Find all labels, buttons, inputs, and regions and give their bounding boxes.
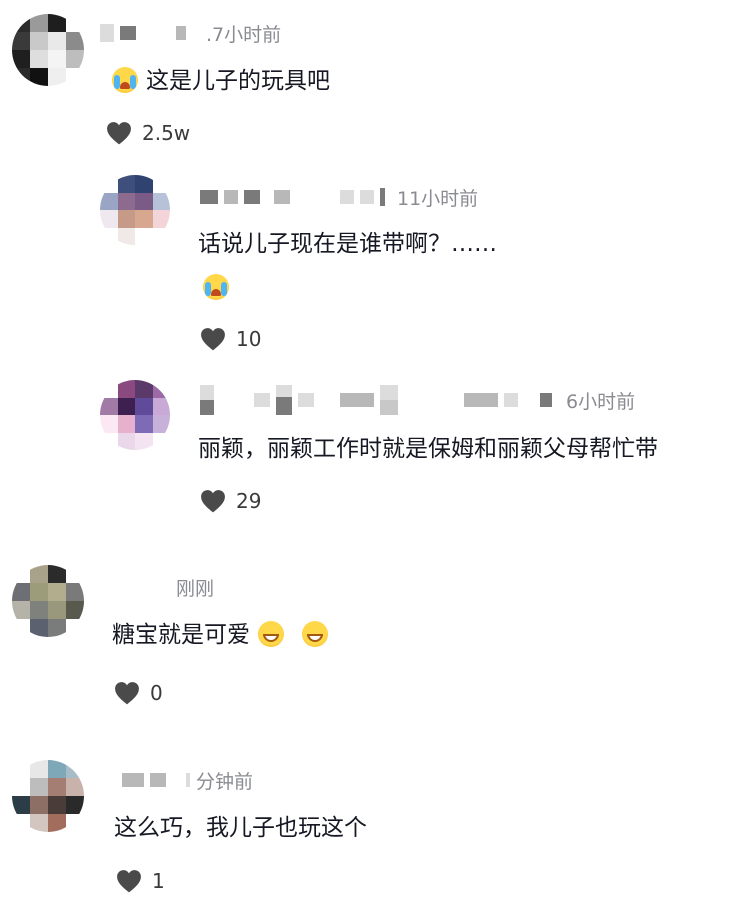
blurred-username[interactable] xyxy=(340,190,354,204)
blurred-username[interactable] xyxy=(340,393,374,407)
blurred-username[interactable] xyxy=(276,385,292,415)
like-count: 1 xyxy=(152,869,165,893)
blurred-username[interactable] xyxy=(100,24,114,42)
grinning-emoji-icon xyxy=(258,621,284,647)
comment-time: 6小时前 xyxy=(566,390,636,413)
crying-emoji-icon xyxy=(203,274,229,300)
comment-text-content: 这是儿子的玩具吧 xyxy=(146,68,330,94)
comment-header: 刚刚 xyxy=(172,572,214,602)
heart-icon[interactable] xyxy=(114,681,140,705)
like-count: 0 xyxy=(150,681,163,705)
heart-icon[interactable] xyxy=(200,327,226,351)
comment-header: 6小时前 xyxy=(200,385,635,415)
laughing-crying-emoji-icon xyxy=(112,67,138,93)
comment-text[interactable]: 话说儿子现在是谁带啊？…… xyxy=(198,228,497,260)
blurred-username[interactable] xyxy=(464,393,498,407)
like-row: 10 xyxy=(200,324,261,354)
comment-text[interactable]: 丽颖，丽颖工作时就是保姆和丽颖父母帮忙带 xyxy=(198,433,658,465)
like-row: 1 xyxy=(116,866,165,896)
heart-icon[interactable] xyxy=(200,489,226,513)
avatar[interactable] xyxy=(12,565,84,637)
blurred-username[interactable] xyxy=(254,393,270,407)
blurred-username[interactable] xyxy=(274,190,290,204)
blurred-username[interactable] xyxy=(224,190,238,204)
comment-time: 分钟前 xyxy=(196,770,254,793)
like-row: 0 xyxy=(114,678,163,708)
grinning-emoji-icon xyxy=(302,621,328,647)
blurred-username[interactable] xyxy=(200,385,214,415)
blurred-username[interactable] xyxy=(380,188,385,206)
blurred-username[interactable] xyxy=(244,190,260,204)
blurred-username[interactable] xyxy=(150,773,166,787)
heart-icon[interactable] xyxy=(106,121,132,145)
comment-time: 11小时前 xyxy=(397,187,479,210)
comment-text[interactable]: 这是儿子的玩具吧 xyxy=(112,65,330,97)
like-count: 10 xyxy=(236,327,262,351)
blurred-username[interactable] xyxy=(176,26,186,40)
blurred-username[interactable] xyxy=(120,26,136,40)
avatar[interactable] xyxy=(12,14,84,86)
blurred-username[interactable] xyxy=(360,190,374,204)
comment-header: 11小时前 xyxy=(200,182,478,212)
comment-header: .7小时前 xyxy=(100,18,281,48)
avatar[interactable] xyxy=(100,175,170,245)
like-count: 29 xyxy=(236,489,262,513)
comment-text-content: 糖宝就是可爱 xyxy=(112,622,250,648)
comment-time: .7小时前 xyxy=(206,23,282,46)
like-row: 2.5w xyxy=(106,118,190,148)
comment-text[interactable]: 糖宝就是可爱 xyxy=(112,619,328,651)
like-row: 29 xyxy=(200,486,261,516)
blurred-username[interactable] xyxy=(122,773,144,787)
avatar[interactable] xyxy=(100,380,170,450)
blurred-username[interactable] xyxy=(504,393,518,407)
heart-icon[interactable] xyxy=(116,869,142,893)
blurred-username[interactable] xyxy=(200,190,218,204)
blurred-username[interactable] xyxy=(298,393,314,407)
like-count: 2.5w xyxy=(142,121,191,145)
blurred-username[interactable] xyxy=(380,385,398,415)
comment-time: 刚刚 xyxy=(176,577,215,600)
comment-header: 分钟前 xyxy=(122,765,253,795)
blurred-username[interactable] xyxy=(540,393,552,407)
comment-text[interactable]: 这么巧，我儿子也玩这个 xyxy=(114,812,367,844)
blurred-username[interactable] xyxy=(186,773,190,787)
avatar[interactable] xyxy=(12,760,84,832)
